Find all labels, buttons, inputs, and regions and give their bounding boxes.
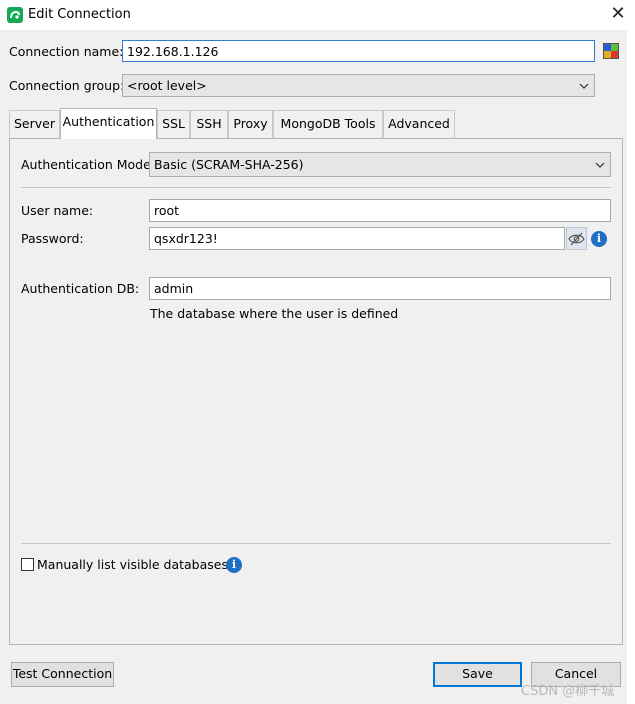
auth-db-input[interactable] bbox=[149, 277, 611, 300]
username-label: User name: bbox=[21, 203, 94, 218]
manual-list-checkbox[interactable] bbox=[21, 558, 34, 571]
auth-mode-label: Authentication Mode: bbox=[21, 157, 156, 172]
tab-ssh[interactable]: SSH bbox=[190, 110, 228, 138]
chevron-down-icon bbox=[579, 83, 589, 89]
divider bbox=[21, 543, 611, 544]
eye-slash-icon[interactable] bbox=[566, 227, 587, 250]
tab-advanced[interactable]: Advanced bbox=[383, 110, 455, 138]
close-icon[interactable]: ✕ bbox=[606, 2, 630, 26]
connection-name-label: Connection name: bbox=[9, 44, 124, 59]
window-edge bbox=[627, 30, 635, 704]
save-button[interactable]: Save bbox=[433, 662, 522, 687]
title-bar: Edit Connection ✕ bbox=[0, 0, 635, 30]
connection-group-value: <root level> bbox=[127, 78, 207, 93]
tab-server[interactable]: Server bbox=[9, 110, 60, 138]
connection-name-input[interactable] bbox=[122, 40, 595, 62]
window-title: Edit Connection bbox=[28, 7, 131, 22]
tab-authentication[interactable]: Authentication bbox=[60, 108, 157, 139]
password-label: Password: bbox=[21, 231, 84, 246]
tab-mongodb-tools[interactable]: MongoDB Tools bbox=[273, 110, 383, 138]
info-icon[interactable]: i bbox=[591, 231, 607, 247]
auth-mode-select[interactable]: Basic (SCRAM-SHA-256) bbox=[149, 152, 611, 177]
manual-list-label[interactable]: Manually list visible databases bbox=[37, 557, 228, 572]
tab-ssl[interactable]: SSL bbox=[157, 110, 190, 138]
connection-group-label: Connection group: bbox=[9, 78, 125, 93]
info-icon[interactable]: i bbox=[226, 557, 242, 573]
chevron-down-icon bbox=[595, 162, 605, 168]
mongodb-leaf-icon bbox=[7, 7, 23, 23]
tab-proxy[interactable]: Proxy bbox=[228, 110, 273, 138]
auth-db-label: Authentication DB: bbox=[21, 281, 140, 296]
auth-mode-value: Basic (SCRAM-SHA-256) bbox=[154, 157, 304, 172]
connection-group-select[interactable]: <root level> bbox=[122, 74, 595, 97]
username-input[interactable] bbox=[149, 199, 611, 222]
test-connection-button[interactable]: Test Connection bbox=[11, 662, 114, 687]
auth-db-hint: The database where the user is defined bbox=[150, 306, 399, 321]
color-picker-icon[interactable] bbox=[603, 43, 619, 59]
divider bbox=[21, 187, 611, 188]
password-input[interactable] bbox=[149, 227, 565, 250]
watermark: CSDN @柳千城 bbox=[521, 684, 615, 699]
